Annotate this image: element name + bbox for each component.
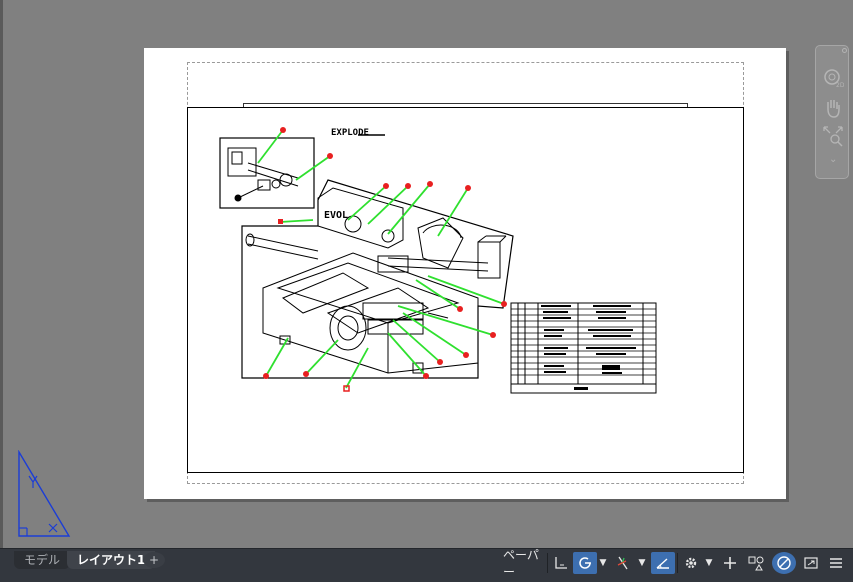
item-balloons: [263, 127, 507, 392]
pan-hand-icon[interactable]: [821, 96, 845, 120]
parts-list-rows: [511, 308, 656, 376]
navigation-bar[interactable]: 2D ⌄: [815, 45, 849, 179]
ucs-icon: [18, 450, 71, 537]
paper-sheet: EXPLODE EVOL: [144, 48, 786, 499]
svg-text:EVOL: EVOL: [324, 210, 348, 221]
gear-dropdown-caret-icon[interactable]: ▼: [704, 552, 714, 574]
drawing-canvas[interactable]: EXPLODE EVOL 2D ⌄: [0, 0, 853, 548]
paper-space-toggle[interactable]: ペーパー: [503, 548, 545, 579]
status-bar: モデル レイアウト1 + ペーパー ▼ ▼ ▼: [0, 548, 853, 582]
customization-menu-icon[interactable]: [824, 552, 848, 574]
plus-icon[interactable]: [718, 552, 742, 574]
exploded-assembly-drawing: EXPLODE EVOL: [219, 127, 657, 394]
parts-list-text-fill: [541, 305, 636, 390]
title-callout: EXPLODE: [331, 128, 369, 138]
polar-dropdown-caret-icon[interactable]: ▼: [637, 552, 647, 574]
layout-viewport[interactable]: EXPLODE EVOL: [187, 107, 744, 473]
navbar-close-dot[interactable]: [842, 48, 847, 53]
fullscreen-icon[interactable]: [799, 552, 823, 574]
annotation-scale-icon[interactable]: [744, 552, 768, 574]
workspace-gear-icon[interactable]: [679, 552, 703, 574]
svg-text:2D: 2D: [836, 82, 844, 89]
polar-tracking-icon[interactable]: [611, 552, 635, 574]
ortho-dropdown-caret-icon[interactable]: ▼: [598, 552, 608, 574]
steeringwheel-2d-icon[interactable]: 2D: [821, 66, 845, 90]
zoom-extents-icon[interactable]: [821, 124, 845, 148]
isolate-objects-icon[interactable]: [772, 552, 796, 574]
ortho-icon[interactable]: [573, 552, 597, 574]
leader-lines: [257, 129, 505, 389]
isometric-icon[interactable]: [651, 552, 675, 574]
tab-model[interactable]: モデル: [14, 551, 71, 569]
navbar-menu-caret[interactable]: ⌄: [829, 154, 837, 165]
snap-grid-icon[interactable]: [549, 552, 573, 574]
add-layout-tab-button[interactable]: +: [143, 552, 165, 568]
